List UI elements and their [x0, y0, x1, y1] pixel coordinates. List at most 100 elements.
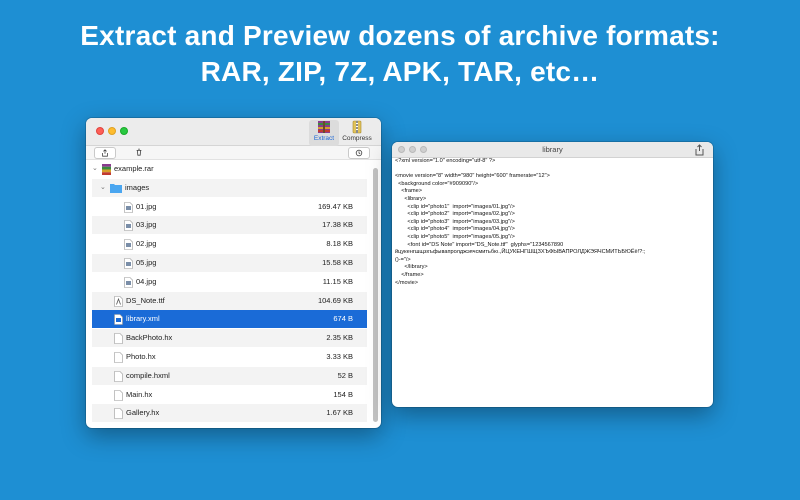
file-name: Gallery.hx	[126, 408, 160, 418]
close-window-button[interactable]	[96, 127, 104, 135]
file-name: Photo.hx	[126, 352, 156, 361]
preview-window: library <?xml version="1.0" encoding="ut…	[392, 142, 713, 407]
share-icon	[102, 149, 108, 157]
file-list-scrollbar[interactable]	[373, 168, 378, 422]
folder-icon	[110, 183, 122, 193]
file-name: 03.jpg	[136, 220, 157, 230]
code-line: <clip id="photo3" import="images/03.jpg"…	[395, 218, 515, 225]
file-size: 154 B	[333, 389, 353, 399]
code-line: <clip id="photo5" import="images/05.jpg"…	[395, 233, 515, 240]
file-list-row[interactable]: BackPhoto.hx 2.35 KB	[92, 329, 367, 348]
file-size: 3.33 KB	[326, 352, 353, 361]
chevron-down-icon[interactable]: ⌄	[100, 179, 106, 197]
code-line: <clip id="photo1" import="images/01.jpg"…	[395, 203, 515, 210]
file-size: 11.15 KB	[322, 276, 353, 286]
preview-title: library	[542, 145, 563, 154]
document-icon	[114, 370, 123, 382]
file-size: 17.38 KB	[322, 220, 353, 230]
extract-icon	[318, 121, 330, 133]
document-icon	[114, 408, 123, 420]
code-line: ()-="/>	[395, 256, 411, 263]
zoom-window-button[interactable]	[120, 127, 128, 135]
image-file-icon	[124, 220, 133, 232]
file-size: 169.47 KB	[317, 201, 353, 211]
xml-preview-text: <?xml version="1.0" encoding="utf-8" ?> …	[395, 158, 710, 403]
preview-titlebar: library	[392, 142, 713, 158]
file-list-row[interactable]: 05.jpg 15.58 KB	[92, 254, 367, 272]
xml-file-icon	[114, 314, 123, 326]
delete-button[interactable]	[128, 147, 150, 159]
file-name: 04.jpg	[136, 276, 157, 286]
trash-icon	[136, 148, 142, 156]
minimize-window-button[interactable]	[108, 127, 116, 135]
file-size: 1.67 KB	[326, 408, 353, 418]
document-icon	[114, 352, 123, 363]
history-icon	[355, 149, 363, 157]
share-button[interactable]	[94, 147, 116, 159]
image-file-icon	[124, 276, 133, 288]
share-icon[interactable]	[694, 144, 705, 156]
code-line: <frame>	[395, 188, 423, 195]
file-name: images	[125, 182, 150, 192]
file-size: 52 B	[337, 370, 353, 380]
headline-line-2: RAR, ZIP, 7Z, APK, TAR, etc…	[200, 56, 600, 87]
file-size: 2.35 KB	[326, 333, 353, 343]
chevron-down-icon[interactable]: ⌄	[92, 160, 98, 178]
document-icon	[114, 389, 123, 401]
file-list-row[interactable]: ⌄ images	[92, 178, 367, 197]
file-list-row[interactable]: 01.jpg 169.47 KB	[92, 198, 367, 216]
file-name: BackPhoto.hx	[126, 333, 173, 343]
code-line: <clip id="photo4" import="images/04.jpg"…	[395, 226, 515, 233]
document-icon	[114, 333, 123, 344]
extract-label: Extract	[313, 135, 335, 142]
code-line: йцукенгшщзхъфывапролджэячсмитьбю.,ЙЦУКЕН…	[395, 249, 646, 256]
code-line: </frame>	[395, 271, 424, 278]
file-name: Main.hx	[126, 389, 153, 399]
file-size: 8.18 KB	[326, 239, 353, 249]
file-list-row[interactable]: Main.hx 154 B	[92, 386, 367, 404]
file-name: 05.jpg	[136, 258, 157, 267]
file-list-row[interactable]: 03.jpg 17.38 KB	[92, 216, 367, 235]
code-line: <?xml version="1.0" encoding="utf-8" ?>	[395, 158, 496, 164]
compress-button[interactable]: Compress	[342, 120, 372, 146]
history-button[interactable]	[348, 147, 370, 159]
file-list-row[interactable]: ⌄ example.rar	[92, 160, 367, 178]
compress-icon	[352, 120, 362, 134]
file-list-row[interactable]: library.xml 674 B	[92, 310, 367, 329]
code-line: </movie>	[395, 279, 419, 286]
file-size: 104.69 KB	[317, 295, 353, 305]
file-list-row[interactable]: Gallery.hx 1.67 KB	[92, 404, 367, 423]
image-file-icon	[124, 258, 133, 269]
code-line: </library>	[395, 264, 428, 271]
compress-label: Compress	[342, 135, 372, 142]
file-name: 02.jpg	[136, 239, 157, 249]
image-file-icon	[124, 201, 133, 213]
code-line: <library>	[395, 195, 427, 202]
extract-button[interactable]: Extract	[309, 120, 339, 146]
image-file-icon	[124, 239, 133, 250]
file-name: library.xml	[126, 314, 160, 324]
font-file-icon	[114, 295, 123, 307]
file-name: example.rar	[114, 164, 154, 173]
file-list-row[interactable]: compile.hxml 52 B	[92, 366, 367, 385]
file-list-row[interactable]: 02.jpg 8.18 KB	[92, 235, 367, 253]
code-line: <font id="DS Note" import="DS_Note.ttf" …	[395, 241, 564, 248]
code-line: <background color="#909090"/>	[395, 180, 479, 187]
file-name: compile.hxml	[126, 370, 170, 380]
file-name: DS_Note.ttf	[126, 295, 165, 305]
code-line: <movie version="8" width="980" height="6…	[395, 173, 550, 180]
code-line: <clip id="photo2" import="images/02.jpg"…	[395, 211, 515, 218]
archive-toolbar: Extract Compress	[86, 118, 381, 146]
file-size: 674 B	[333, 314, 353, 324]
file-list-row[interactable]: 04.jpg 11.15 KB	[92, 273, 367, 291]
file-name: 01.jpg	[136, 201, 157, 211]
file-list-row[interactable]: DS_Note.ttf 104.69 KB	[92, 291, 367, 310]
archive-action-bar	[86, 146, 381, 160]
headline: Extract and Preview dozens of archive fo…	[0, 18, 800, 90]
rar-icon	[102, 164, 111, 175]
headline-line-1: Extract and Preview dozens of archive fo…	[80, 20, 720, 51]
archive-window: Extract Compress ⌄ example.rar ⌄ images …	[86, 118, 381, 428]
file-list-row[interactable]: Photo.hx 3.33 KB	[92, 348, 367, 366]
file-size: 15.58 KB	[322, 258, 353, 267]
